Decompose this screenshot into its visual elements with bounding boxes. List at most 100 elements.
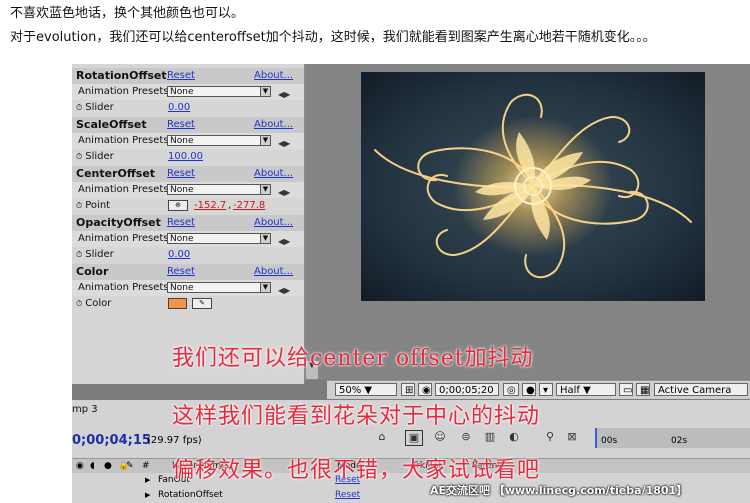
color-channels-icon[interactable]: ▾ [539, 383, 553, 396]
slider-value[interactable]: 0.00 [168, 247, 190, 263]
timeline-tab[interactable]: mp 3 [72, 404, 98, 415]
brainstorm-icon[interactable]: ◐ [506, 430, 522, 444]
effect-header-rotationoffset: RotationOffset Reset About... [72, 68, 304, 84]
viewer-toolbar: 50% ▼ ⊞ ◉ 0;00;05;20 ◎ ● ▾ Half ▼ ▭ ▦ Ac… [327, 380, 750, 399]
stopwatch-icon[interactable]: ⏱ [76, 100, 82, 116]
ruler-tick-1: 02s [671, 436, 688, 446]
reset-link[interactable]: Reset [167, 215, 195, 231]
shy-layers-icon[interactable]: ☺ [432, 430, 448, 444]
effect-name: Color [76, 265, 109, 278]
presets-label: Animation Presets: [78, 135, 172, 146]
camera-icon[interactable]: ◉ [418, 383, 432, 396]
expand-triangle-icon[interactable]: ▶ [145, 489, 150, 502]
frame-rate-label: (29.97 fps) [147, 435, 202, 446]
about-link[interactable]: About... [254, 166, 293, 182]
caption-line-2: 这样我们能看到花朵对于中心的抖动 [172, 404, 541, 429]
reset-link[interactable]: Reset [167, 264, 195, 280]
frame-blend-icon[interactable]: ⊜ [458, 430, 474, 444]
presets-dropdown[interactable]: None ▼ [167, 282, 271, 293]
grid-icon[interactable]: ⊞ [401, 383, 415, 396]
crosshair-icon[interactable]: ⊕ [168, 200, 188, 211]
effect-header-scaleoffset: ScaleOffset Reset About... [72, 117, 304, 133]
snapshot-icon[interactable]: ◎ [503, 383, 519, 396]
comp-flowchart-icon[interactable]: ⌂ [374, 430, 390, 444]
preset-value: None [170, 87, 194, 97]
param-row: ⏱ Slider 100.00 [72, 149, 304, 165]
composition-viewer [305, 64, 750, 379]
presets-label: Animation Presets: [78, 282, 172, 293]
post-text-line-2: 对于evolution，我们还可以给centeroffset加个抖动，这时候，我… [10, 30, 656, 45]
presets-row: Animation Presets: None ▼ ◀▶ [72, 280, 304, 296]
preset-value: None [170, 283, 194, 293]
resolution-dropdown[interactable]: Half ▼ [556, 383, 616, 396]
effect-header-color: Color Reset About... [72, 264, 304, 280]
zoom-dropdown[interactable]: 50% ▼ [335, 383, 397, 396]
stopwatch-icon[interactable]: ⏱ [76, 149, 82, 165]
stopwatch-icon[interactable]: ⏱ [76, 296, 82, 312]
markers-icon[interactable]: ⊠ [564, 430, 580, 444]
presets-dropdown[interactable]: None ▼ [167, 135, 271, 146]
channel-icon[interactable]: ● [522, 383, 536, 396]
draft-3d-icon[interactable]: ▣ [405, 430, 423, 446]
presets-dropdown[interactable]: None ▼ [167, 86, 271, 97]
param-label: Slider [85, 249, 114, 260]
caption-line-1: 我们还可以给center offset加抖动 [172, 346, 534, 371]
eyedropper-icon[interactable]: ✎ [192, 298, 212, 309]
slider-value[interactable]: 100.00 [168, 149, 203, 165]
chevron-down-icon: ▼ [260, 185, 270, 194]
eye-icon[interactable]: ◉ [76, 459, 84, 473]
motion-blur-icon[interactable]: ▥ [482, 430, 498, 444]
about-link[interactable]: About... [254, 68, 293, 84]
solo-icon[interactable]: ● [104, 459, 112, 473]
layer-name: RotationOffset [158, 490, 223, 500]
preset-value: None [170, 136, 194, 146]
presets-label: Animation Presets: [78, 184, 172, 195]
time-ruler[interactable]: 00s 02s [595, 428, 750, 448]
current-time-display[interactable]: 0;00;05;20 [435, 383, 499, 396]
param-label: Point [85, 200, 111, 211]
caption-line-3: 偏移效果。也很不错，大家试试看吧 [172, 458, 541, 483]
slider-value[interactable]: 0.00 [168, 100, 190, 116]
param-row: ⏱ Slider 0.00 [72, 247, 304, 263]
chevron-down-icon: ▼ [260, 234, 270, 243]
stopwatch-icon[interactable]: ⏱ [76, 198, 82, 214]
graph-editor-icon[interactable]: ⚲ [542, 430, 558, 444]
reset-link[interactable]: Reset [167, 117, 195, 133]
presets-row: Animation Presets: None ▼ ◀▶ [72, 182, 304, 198]
presets-label: Animation Presets: [78, 233, 172, 244]
color-swatch[interactable] [168, 298, 187, 309]
camera-view-dropdown[interactable]: Active Camera [654, 383, 748, 396]
reset-link[interactable]: Reset [167, 68, 195, 84]
chevron-down-icon: ▼ [260, 136, 270, 145]
transparency-grid-icon[interactable]: ▦ [636, 383, 650, 396]
param-label: Color [85, 298, 112, 309]
expand-triangle-icon[interactable]: ▶ [145, 474, 150, 487]
reset-link[interactable]: Reset [167, 166, 195, 182]
stopwatch-icon[interactable]: ⏱ [76, 247, 82, 263]
reset-link[interactable]: Reset [335, 489, 360, 502]
resolution-value: Half [560, 385, 580, 396]
about-link[interactable]: About... [254, 264, 293, 280]
effect-header-centeroffset: CenterOffset Reset About... [72, 166, 304, 182]
timeline-timecode[interactable]: 0;00;04;15 [72, 433, 151, 448]
ruler-tick-0: 00s [601, 436, 618, 446]
presets-row: Animation Presets: None ▼ ◀▶ [72, 231, 304, 247]
effect-name: RotationOffset [76, 69, 167, 82]
region-icon[interactable]: ▭ [619, 383, 633, 396]
presets-dropdown[interactable]: None ▼ [167, 184, 271, 195]
label-icon[interactable]: ✎ [126, 459, 134, 473]
param-row: ⏱ Color ✎ [72, 296, 304, 312]
about-link[interactable]: About... [254, 117, 293, 133]
comma-separator: , [228, 200, 232, 211]
audio-icon[interactable]: ◖ [90, 459, 95, 473]
param-label: Slider [85, 102, 114, 113]
flower-graphic [361, 72, 705, 301]
num-column: # [142, 461, 150, 471]
about-link[interactable]: About... [254, 215, 293, 231]
point-x-value[interactable]: -152.7 [194, 198, 226, 214]
point-y-value[interactable]: -277.8 [233, 198, 265, 214]
effect-name: OpacityOffset [76, 216, 161, 229]
chevron-down-icon: ▼ [260, 87, 270, 96]
zoom-value: 50% [339, 385, 362, 396]
presets-dropdown[interactable]: None ▼ [167, 233, 271, 244]
